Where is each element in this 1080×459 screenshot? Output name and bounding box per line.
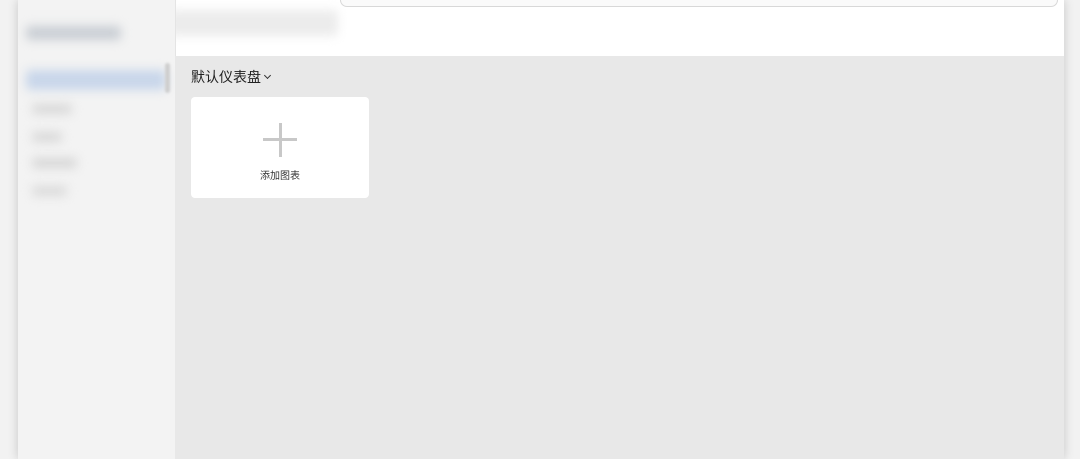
dashboard-title: 默认仪表盘 [191,70,261,86]
add-chart-label: 添加图表 [260,171,300,182]
app-window: 默认仪表盘 添加图表 [18,0,1064,459]
search-bar[interactable] [340,0,1058,7]
plus-icon [263,123,297,157]
sidebar [18,0,176,459]
dashboard-selector[interactable]: 默认仪表盘 [191,67,272,87]
blurred-sidebar-header [26,26,121,40]
blurred-sidebar-item[interactable] [32,186,67,196]
sidebar-scrollbar[interactable] [165,63,170,93]
dashboard-main: 默认仪表盘 添加图表 [175,56,1064,459]
blurred-toolbar-content [168,10,338,36]
add-chart-card[interactable]: 添加图表 [191,97,369,198]
blurred-sidebar-item[interactable] [32,158,77,168]
blurred-sidebar-item[interactable] [32,132,62,142]
chevron-down-icon [263,71,272,80]
blurred-sidebar-item-active[interactable] [26,70,166,90]
blurred-sidebar-item[interactable] [32,104,72,114]
